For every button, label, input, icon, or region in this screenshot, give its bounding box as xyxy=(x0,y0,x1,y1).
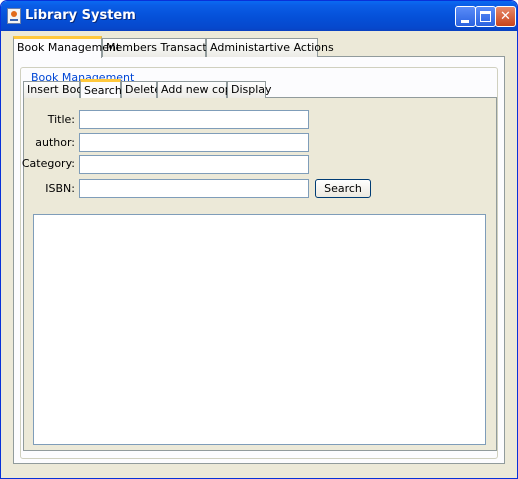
minimize-icon xyxy=(461,20,469,23)
title-bar[interactable]: Library System ✕ xyxy=(1,1,517,31)
author-label: author: xyxy=(35,136,75,149)
tab-label: Book Management xyxy=(17,41,121,54)
tab-search[interactable]: Search xyxy=(80,79,122,98)
maximize-icon xyxy=(480,11,491,22)
title-input[interactable] xyxy=(79,110,309,129)
isbn-input[interactable] xyxy=(79,179,309,198)
java-icon xyxy=(7,8,21,24)
tab-label: Search xyxy=(84,84,122,97)
tab-add-new-copy[interactable]: Add new copy xyxy=(157,81,238,98)
category-input[interactable] xyxy=(79,155,309,174)
search-button[interactable]: Search xyxy=(315,179,371,198)
tab-label: Administartive Actions xyxy=(210,41,334,54)
maximize-button[interactable] xyxy=(475,6,496,27)
close-icon: ✕ xyxy=(500,9,511,24)
tab-label: Display xyxy=(231,83,272,96)
minimize-button[interactable] xyxy=(455,6,476,27)
tab-book-management[interactable]: Book Management xyxy=(13,36,120,58)
tab-delete[interactable]: Delete xyxy=(121,81,161,98)
tab-insert-book[interactable]: Insert Book xyxy=(23,81,89,98)
category-label: Category: xyxy=(21,157,75,170)
window-title: Library System xyxy=(25,8,136,23)
isbn-label: ISBN: xyxy=(45,182,75,195)
tab-label: Delete xyxy=(125,83,162,96)
author-input[interactable] xyxy=(79,133,309,152)
title-label: Title: xyxy=(47,113,75,126)
tab-administrative-actions[interactable]: Administartive Actions xyxy=(206,38,334,57)
close-button[interactable]: ✕ xyxy=(495,6,516,27)
app-window: Library System ✕ Book Management Book Ma… xyxy=(0,0,518,479)
tab-display[interactable]: Display xyxy=(227,81,272,98)
results-area[interactable] xyxy=(33,214,486,445)
